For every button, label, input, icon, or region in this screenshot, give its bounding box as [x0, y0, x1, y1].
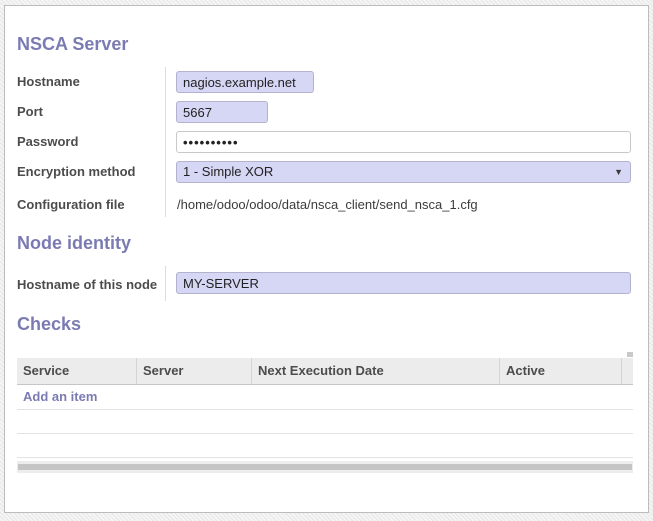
- column-header-spacer: [622, 358, 633, 384]
- section-title-nsca-server: NSCA Server: [17, 34, 128, 55]
- column-header-service[interactable]: Service: [17, 358, 137, 384]
- label-column-separator: [165, 266, 166, 301]
- hostname-input[interactable]: [176, 71, 314, 93]
- table-row-empty: [17, 434, 633, 458]
- horizontal-scrollbar[interactable]: [17, 461, 633, 473]
- table-row-empty: [17, 410, 633, 434]
- configuration-file-value: /home/odoo/odoo/data/nsca_client/send_ns…: [177, 197, 478, 212]
- port-input[interactable]: [176, 101, 268, 123]
- checks-table: Service Server Next Execution Date Activ…: [17, 358, 633, 458]
- node-hostname-label: Hostname of this node: [17, 277, 157, 292]
- encryption-method-selected-value: 1 - Simple XOR: [183, 164, 273, 179]
- chevron-down-icon: ▼: [614, 167, 623, 177]
- encryption-method-label: Encryption method: [17, 164, 135, 179]
- table-row-add: Add an item: [17, 385, 633, 410]
- hostname-label: Hostname: [17, 74, 80, 89]
- configuration-file-label: Configuration file: [17, 197, 125, 212]
- column-header-server[interactable]: Server: [137, 358, 252, 384]
- add-an-item-link[interactable]: Add an item: [23, 389, 97, 404]
- password-input[interactable]: [176, 131, 631, 153]
- node-hostname-input[interactable]: [176, 272, 631, 294]
- section-title-checks: Checks: [17, 314, 81, 335]
- scrollbar-corner: [627, 352, 633, 357]
- column-header-active[interactable]: Active: [500, 358, 622, 384]
- encryption-method-select[interactable]: 1 - Simple XOR ▼: [176, 161, 631, 183]
- port-label: Port: [17, 104, 43, 119]
- scrollbar-thumb[interactable]: [18, 464, 632, 470]
- column-header-next-execution-date[interactable]: Next Execution Date: [252, 358, 500, 384]
- password-label: Password: [17, 134, 78, 149]
- label-column-separator: [165, 67, 166, 217]
- section-title-node-identity: Node identity: [17, 233, 131, 254]
- checks-table-header: Service Server Next Execution Date Activ…: [17, 358, 633, 385]
